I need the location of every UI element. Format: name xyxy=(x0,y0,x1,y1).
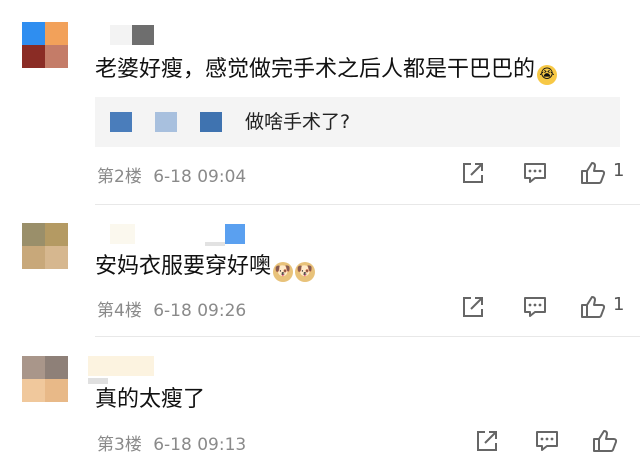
floor-label: 第4楼 xyxy=(97,301,142,321)
comment-icon xyxy=(524,163,546,183)
comment-meta: 第4楼 6-18 09:26 xyxy=(97,296,246,321)
comment-actions: 1 xyxy=(458,158,628,188)
share-icon xyxy=(477,431,497,451)
share-icon xyxy=(463,163,483,183)
comment-button[interactable] xyxy=(520,292,550,322)
avatar[interactable] xyxy=(22,223,68,269)
like-button[interactable] xyxy=(578,292,608,322)
thumbs-up-icon xyxy=(593,430,618,452)
comment-meta: 第2楼 6-18 09:04 xyxy=(97,162,246,187)
share-button[interactable] xyxy=(472,426,502,456)
share-icon xyxy=(463,297,483,317)
share-button[interactable] xyxy=(458,158,488,188)
floor-label: 第2楼 xyxy=(97,167,142,187)
comment-meta: 第3楼 6-18 09:13 xyxy=(97,430,246,455)
timestamp: 6-18 09:13 xyxy=(153,435,247,455)
comment-button[interactable] xyxy=(532,426,562,456)
username[interactable] xyxy=(88,356,168,384)
comment-text: 真的太瘦了 xyxy=(95,387,206,412)
like-button[interactable] xyxy=(590,426,620,456)
comment-actions: 1 xyxy=(458,292,628,322)
thumbs-up-icon xyxy=(581,296,606,318)
avatar[interactable] xyxy=(22,356,68,402)
reply-text: 做啥手术了? xyxy=(245,111,351,133)
share-button[interactable] xyxy=(458,292,488,322)
reply-box[interactable]: 做啥手术了? xyxy=(95,97,620,147)
username[interactable] xyxy=(110,224,250,246)
crying-emoji-icon: 😭 xyxy=(537,65,558,85)
comment-icon xyxy=(524,297,546,317)
like-count: 1 xyxy=(613,160,625,181)
doge-emoji-icon: 🐶 xyxy=(273,262,294,282)
comment-text: 安妈衣服要穿好噢 🐶 🐶 xyxy=(95,252,316,282)
thumbs-up-icon xyxy=(581,162,606,184)
divider xyxy=(95,336,640,337)
timestamp: 6-18 09:04 xyxy=(153,167,247,187)
avatar[interactable] xyxy=(22,22,68,68)
comment-button[interactable] xyxy=(520,158,550,188)
comment-actions xyxy=(472,426,622,456)
doge-emoji-icon: 🐶 xyxy=(295,262,316,282)
comment-text: 老婆好瘦，感觉做完手术之后人都是干巴巴的 😭 xyxy=(95,55,558,85)
floor-label: 第3楼 xyxy=(97,435,142,455)
timestamp: 6-18 09:26 xyxy=(153,301,247,321)
like-button[interactable] xyxy=(578,158,608,188)
comment-icon xyxy=(536,431,558,451)
username[interactable] xyxy=(110,25,170,47)
like-count: 1 xyxy=(613,294,625,315)
divider xyxy=(95,204,640,205)
